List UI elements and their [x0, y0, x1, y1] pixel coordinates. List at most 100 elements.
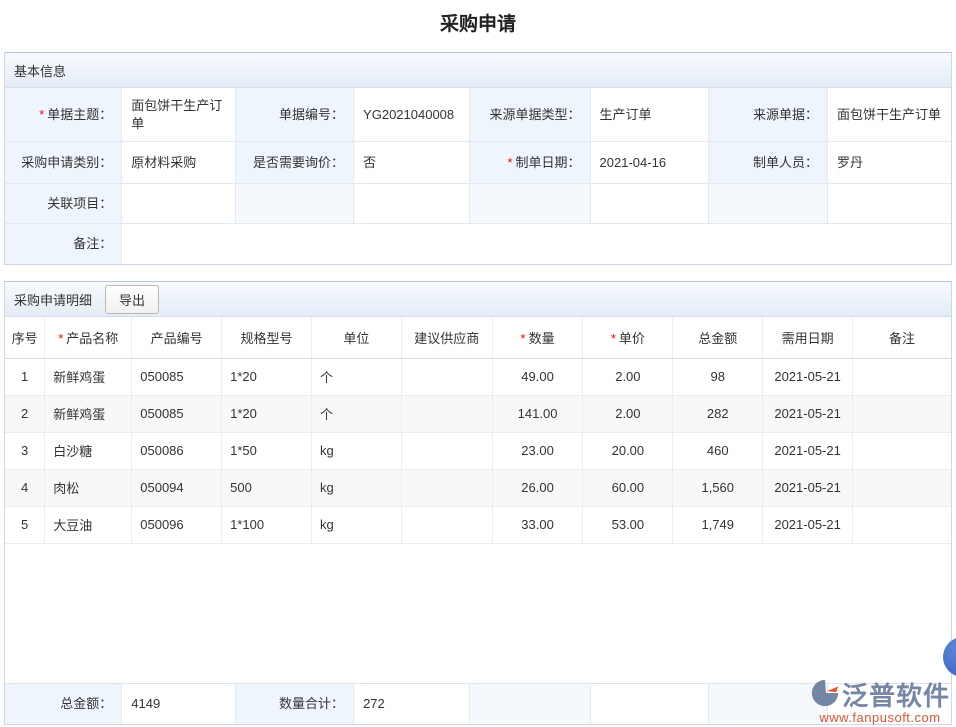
value-need-inquiry: 否 — [354, 142, 470, 184]
cell-spec: 1*100 — [222, 506, 312, 543]
value-purchase-category: 原材料采购 — [122, 142, 236, 184]
basic-info-grid: *单据主题： 面包饼干生产订单 单据编号： YG2021040008 来源单据类… — [5, 88, 951, 264]
value-source-type: 生产订单 — [591, 88, 709, 142]
table-header-row: 序号 *产品名称 产品编号 规格型号 单位 建议供应商 *数量 *单价 总金额 … — [5, 317, 951, 358]
cell-amount: 98 — [673, 358, 763, 395]
cell-name: 新鲜鸡蛋 — [45, 395, 132, 432]
empty-value-cell — [354, 184, 470, 224]
cell-unit: 个 — [311, 395, 401, 432]
cell-amount: 1,749 — [673, 506, 763, 543]
cell-name: 肉松 — [45, 469, 132, 506]
basic-info-panel: 基本信息 *单据主题： 面包饼干生产订单 单据编号： YG2021040008 … — [4, 52, 952, 265]
table-row: 5 大豆油 050096 1*100 kg 33.00 53.00 1,749 … — [5, 506, 951, 543]
col-price: *单价 — [583, 317, 673, 358]
cell-qty: 33.00 — [492, 506, 583, 543]
label-need-inquiry: 是否需要询价： — [236, 142, 354, 184]
cell-supplier — [401, 432, 492, 469]
value-source-bill: 面包饼干生产订单 — [828, 88, 951, 142]
cell-code: 050086 — [132, 432, 222, 469]
label-source-bill: 来源单据： — [709, 88, 828, 142]
required-asterisk: * — [611, 331, 616, 346]
cell-name: 大豆油 — [45, 506, 132, 543]
required-asterisk: * — [521, 331, 526, 346]
basic-info-title: 基本信息 — [14, 61, 66, 80]
col-supplier: 建议供应商 — [401, 317, 492, 358]
cell-qty: 23.00 — [492, 432, 583, 469]
detail-title: 采购申请明细 — [14, 290, 92, 309]
cell-qty: 141.00 — [492, 395, 583, 432]
table-row: 4 肉松 050094 500 kg 26.00 60.00 1,560 202… — [5, 469, 951, 506]
empty-value-cell — [591, 184, 709, 224]
empty-label-cell — [236, 184, 354, 224]
cell-code: 050094 — [132, 469, 222, 506]
cell-code: 050096 — [132, 506, 222, 543]
table-row: 3 白沙糖 050086 1*50 kg 23.00 20.00 460 202… — [5, 432, 951, 469]
value-create-date: 2021-04-16 — [591, 142, 709, 184]
cell-name: 白沙糖 — [45, 432, 132, 469]
table-row: 2 新鲜鸡蛋 050085 1*20 个 141.00 2.00 282 202… — [5, 395, 951, 432]
cell-price: 2.00 — [583, 395, 673, 432]
label-source-type: 来源单据类型： — [470, 88, 590, 142]
col-product-code: 产品编号 — [132, 317, 222, 358]
label-bill-subject: *单据主题： — [5, 88, 122, 142]
cell-code: 050085 — [132, 358, 222, 395]
empty-label-cell — [709, 184, 828, 224]
cell-name: 新鲜鸡蛋 — [45, 358, 132, 395]
detail-table: 序号 *产品名称 产品编号 规格型号 单位 建议供应商 *数量 *单价 总金额 … — [5, 317, 951, 544]
label-related-project: 关联项目： — [5, 184, 122, 224]
cell-supplier — [401, 395, 492, 432]
total-qty-label: 数量合计： — [236, 684, 354, 724]
watermark-url: www.fanpusoft.com — [810, 710, 950, 725]
cell-price: 60.00 — [583, 469, 673, 506]
basic-info-header: 基本信息 — [5, 53, 951, 88]
cell-date: 2021-05-21 — [763, 469, 853, 506]
export-button[interactable]: 导出 — [105, 285, 159, 314]
cell-qty: 26.00 — [492, 469, 583, 506]
empty-label-cell — [470, 684, 590, 724]
col-product-name: *产品名称 — [45, 317, 132, 358]
col-unit: 单位 — [311, 317, 401, 358]
fanpu-logo-icon — [810, 678, 840, 711]
cell-seq: 4 — [5, 469, 45, 506]
cell-seq: 3 — [5, 432, 45, 469]
cell-amount: 282 — [673, 395, 763, 432]
total-qty-value: 272 — [354, 684, 470, 724]
label-remark: 备注： — [5, 224, 122, 264]
required-asterisk: * — [58, 331, 63, 346]
col-need-date: 需用日期 — [763, 317, 853, 358]
cell-seq: 5 — [5, 506, 45, 543]
cell-price: 20.00 — [583, 432, 673, 469]
cell-unit: 个 — [311, 358, 401, 395]
value-bill-no: YG2021040008 — [354, 88, 470, 142]
detail-panel: 采购申请明细 导出 序号 *产品名称 产品编号 规格型号 单位 建议供应商 *数… — [4, 281, 952, 725]
cell-spec: 500 — [222, 469, 312, 506]
cell-remark — [853, 506, 951, 543]
cell-supplier — [401, 358, 492, 395]
cell-supplier — [401, 506, 492, 543]
cell-seq: 2 — [5, 395, 45, 432]
cell-remark — [853, 358, 951, 395]
cell-date: 2021-05-21 — [763, 506, 853, 543]
cell-qty: 49.00 — [492, 358, 583, 395]
label-create-date: *制单日期： — [470, 142, 590, 184]
empty-value-cell — [591, 684, 709, 724]
col-spec: 规格型号 — [222, 317, 312, 358]
value-related-project — [122, 184, 236, 224]
label-bill-no: 单据编号： — [236, 88, 354, 142]
required-asterisk: * — [507, 154, 512, 172]
cell-price: 2.00 — [583, 358, 673, 395]
cell-spec: 1*20 — [222, 358, 312, 395]
page-title: 采购申请 — [0, 0, 956, 44]
cell-seq: 1 — [5, 358, 45, 395]
cell-date: 2021-05-21 — [763, 432, 853, 469]
cell-remark — [853, 432, 951, 469]
table-row: 1 新鲜鸡蛋 050085 1*20 个 49.00 2.00 98 2021-… — [5, 358, 951, 395]
col-qty: *数量 — [492, 317, 583, 358]
value-bill-subject: 面包饼干生产订单 — [122, 88, 236, 142]
watermark-brand: 泛普软件 — [842, 676, 950, 713]
cell-amount: 460 — [673, 432, 763, 469]
label-purchase-category: 采购申请类别： — [5, 142, 122, 184]
cell-unit: kg — [311, 469, 401, 506]
watermark: 泛普软件 www.fanpusoft.com — [810, 676, 950, 725]
cell-spec: 1*20 — [222, 395, 312, 432]
